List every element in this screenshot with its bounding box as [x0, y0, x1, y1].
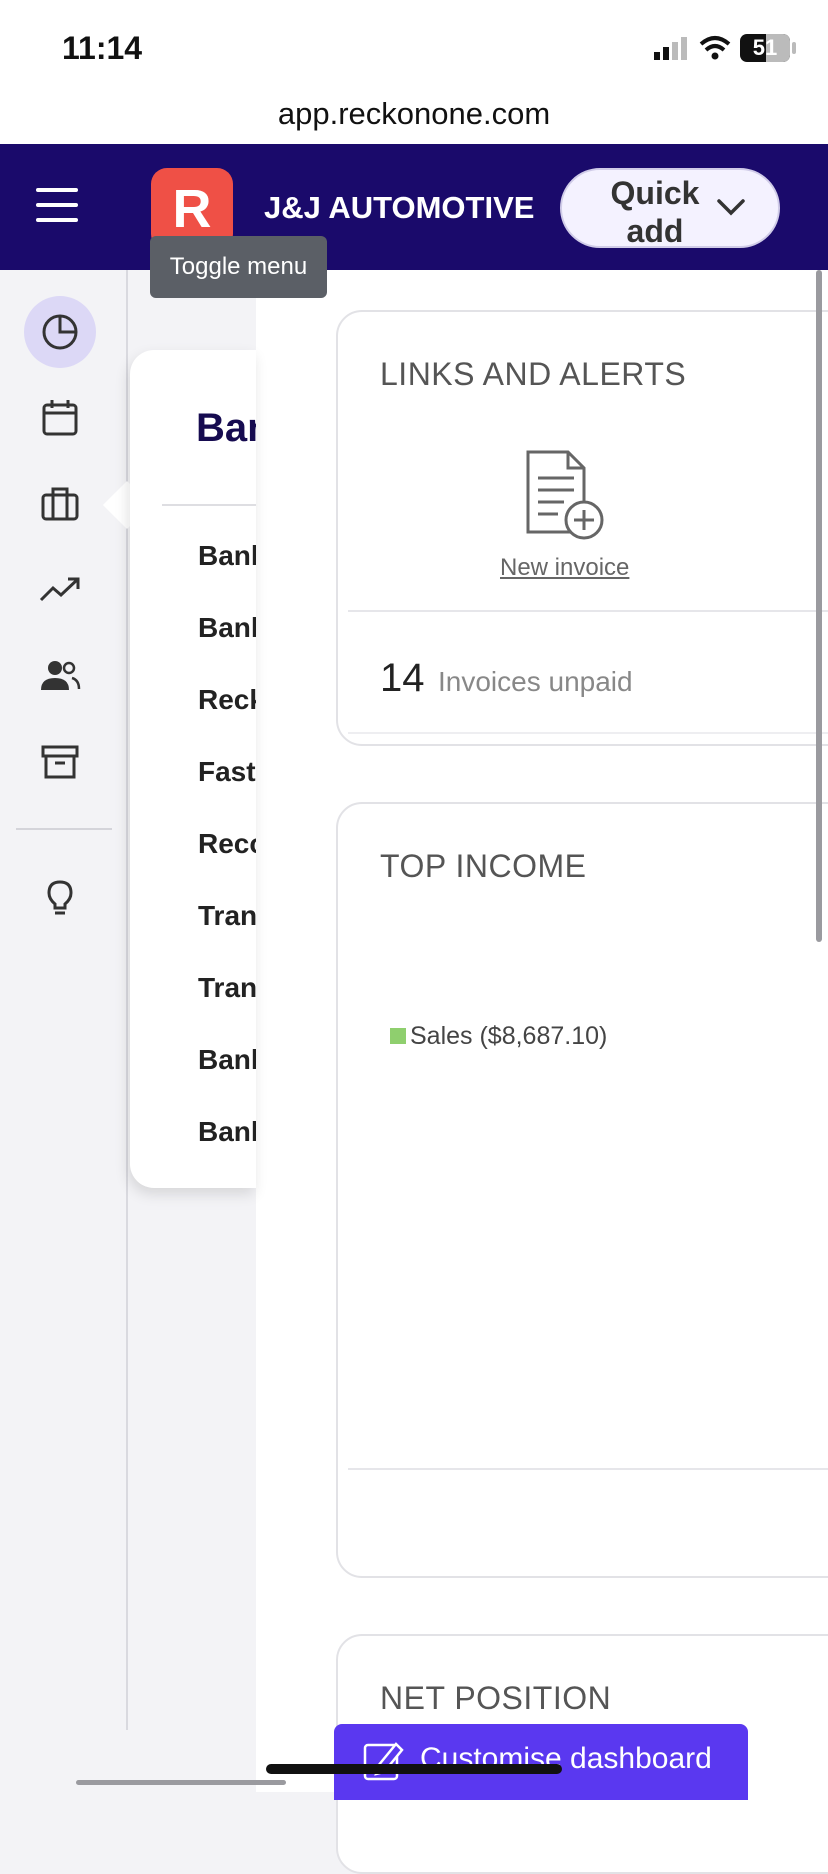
banking-flyout-menu: Ban Bank Bank Reck Fast Reco Tran Tran B… [130, 350, 256, 1188]
quick-add-label: Quick add [610, 175, 700, 249]
unpaid-label[interactable]: Invoices unpaid [438, 666, 633, 698]
top-income-card: TOP INCOME Sales ($8,687.10) [336, 802, 828, 1578]
users-icon[interactable] [24, 640, 96, 712]
sidebar-divider [16, 828, 112, 830]
unpaid-count[interactable]: 14 [380, 656, 425, 701]
flyout-item[interactable]: Fast [198, 756, 256, 788]
flyout-item[interactable]: Reck [198, 684, 256, 716]
url-text: app.reckonone.com [277, 96, 551, 131]
lightbulb-icon[interactable] [24, 862, 96, 934]
home-indicator [266, 1764, 562, 1774]
sidebar [0, 270, 128, 1730]
new-invoice-link[interactable]: New invoice [500, 554, 629, 582]
calendar-icon[interactable] [24, 382, 96, 454]
legend-label[interactable]: Sales ($8,687.10) [410, 1022, 607, 1051]
flyout-item[interactable]: Bank [198, 1116, 256, 1148]
scrollbar[interactable] [816, 270, 822, 942]
trending-up-icon[interactable] [24, 554, 96, 626]
battery-cap [792, 42, 796, 54]
divider [348, 732, 828, 734]
app-header: R J&J AUTOMOTIVE Quick add [0, 144, 828, 270]
battery-icon: 51 [740, 34, 790, 62]
links-and-alerts-card: LINKS AND ALERTS New invoice 14 Invoices… [336, 310, 828, 746]
browser-scroll-indicator [76, 1780, 286, 1785]
dashboard-content: LINKS AND ALERTS New invoice 14 Invoices… [256, 270, 828, 1874]
company-name[interactable]: J&J AUTOMOTIVE [264, 190, 534, 226]
legend-swatch [390, 1028, 406, 1044]
flyout-item[interactable]: Bank [198, 612, 256, 644]
flyout-title: Ban [196, 406, 256, 450]
divider [348, 1468, 828, 1470]
customise-dashboard-button[interactable]: Customise dashboard [334, 1724, 748, 1800]
flyout-item[interactable]: Bank [198, 540, 256, 572]
status-time: 11:14 [62, 30, 143, 66]
divider [162, 504, 256, 506]
card-title: TOP INCOME [380, 848, 587, 884]
flyout-item[interactable]: Tran [198, 900, 256, 932]
flyout-item[interactable]: Tran [198, 972, 256, 1004]
address-bar[interactable]: app.reckonone.com [0, 94, 828, 144]
toggle-menu-tooltip: Toggle menu [150, 236, 327, 298]
signal-icon [654, 37, 687, 60]
briefcase-icon[interactable] [24, 468, 96, 540]
archive-icon[interactable] [24, 726, 96, 798]
flyout-item[interactable]: Bank [198, 1044, 256, 1076]
new-invoice-icon[interactable] [524, 448, 608, 544]
dashboard-icon[interactable] [24, 296, 96, 368]
card-title: NET POSITION [380, 1680, 612, 1716]
divider [348, 610, 828, 612]
flyout-item[interactable]: Reco [198, 828, 256, 860]
battery-level: 51 [752, 35, 778, 60]
card-title: LINKS AND ALERTS [380, 356, 687, 392]
chevron-down-icon [717, 199, 745, 216]
status-bar: 11:14 51 [0, 0, 828, 94]
quick-add-button[interactable]: Quick add [560, 168, 780, 249]
wifi-icon [699, 36, 731, 60]
hamburger-menu-icon[interactable] [36, 188, 92, 228]
edit-icon [363, 1742, 404, 1781]
